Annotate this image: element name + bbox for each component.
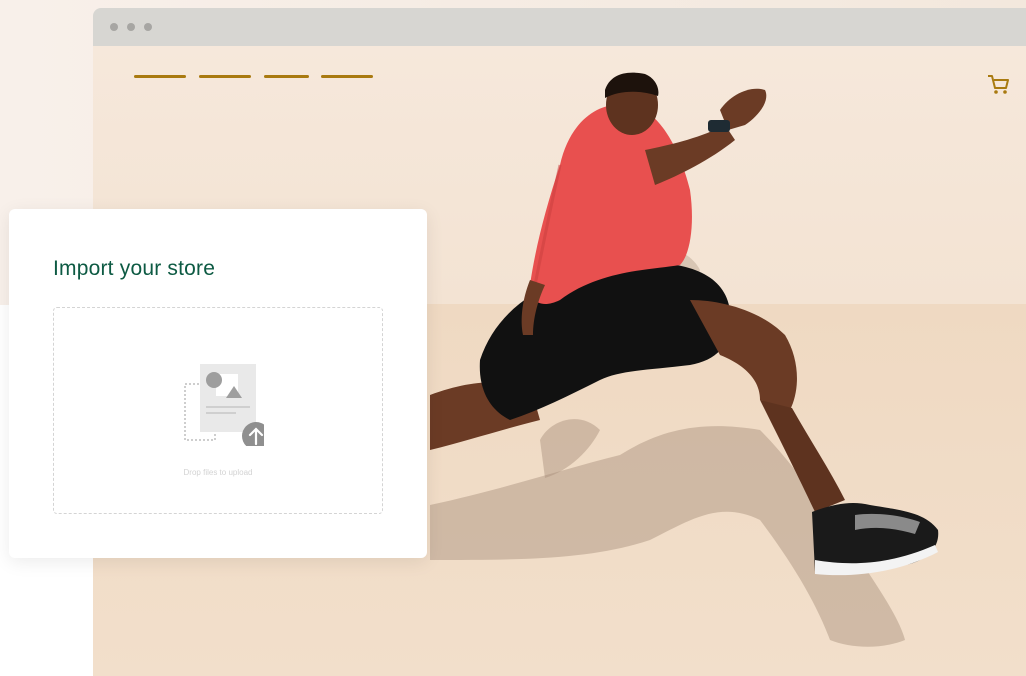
- dropzone-hint: Drop files to upload: [183, 468, 253, 477]
- card-title: Import your store: [53, 257, 216, 280]
- import-store-card: Import your store Drop files to upload: [9, 209, 427, 558]
- file-upload-icon: [184, 364, 264, 446]
- file-dropzone[interactable]: Drop files to upload: [53, 307, 383, 514]
